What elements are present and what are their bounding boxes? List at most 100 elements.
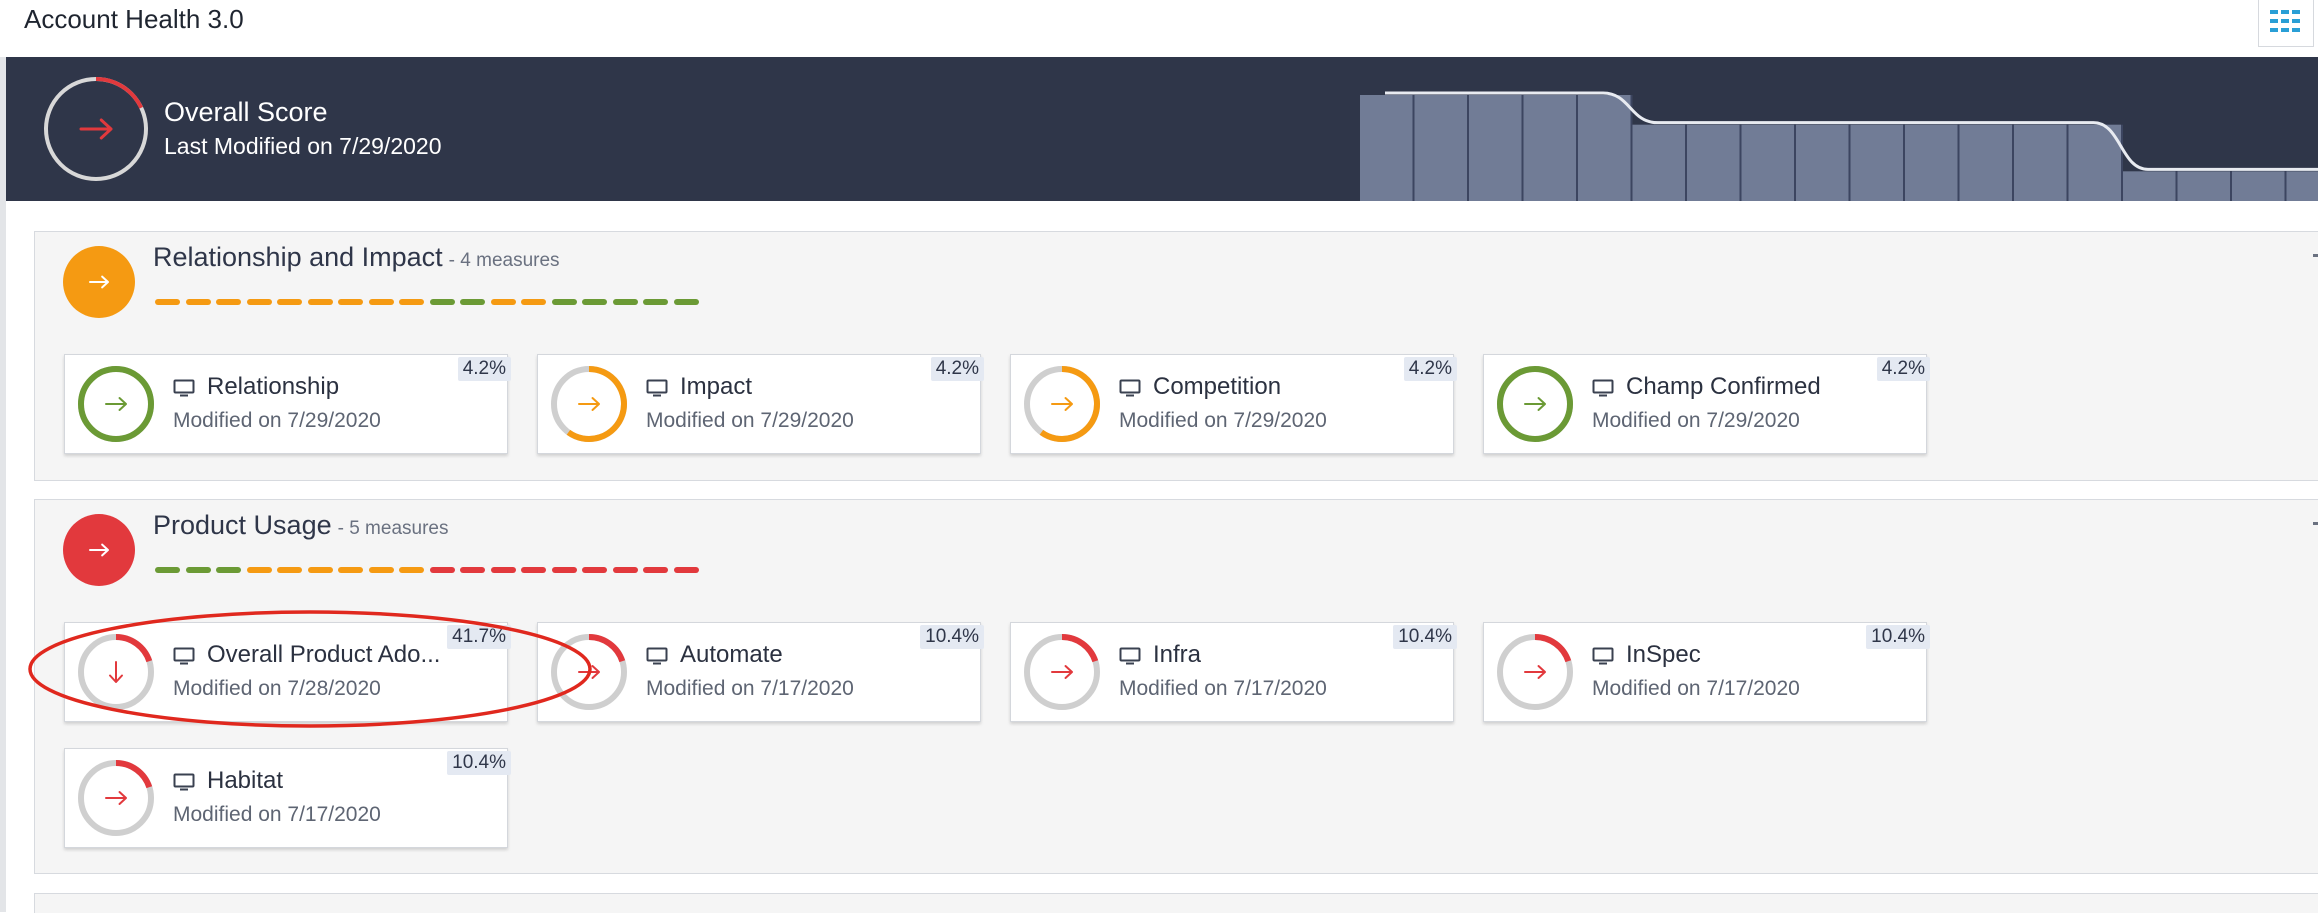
- measure-name: Champ Confirmed: [1626, 373, 1821, 401]
- measure-card[interactable]: Automate Modified on 7/17/2020 10.4%: [537, 622, 981, 722]
- history-bar: [1960, 125, 2013, 201]
- history-bar: [1578, 95, 1631, 201]
- group-header: Relationship and Impact - 4 measures: [153, 242, 560, 273]
- gauge-arc: [96, 79, 141, 108]
- arrow-right-icon: [81, 120, 111, 138]
- history-segment: [247, 567, 272, 573]
- group-status-badge[interactable]: [63, 246, 135, 318]
- measure-name: Competition: [1153, 373, 1281, 401]
- history-segment: [216, 299, 241, 305]
- group-name: Relationship and Impact: [153, 242, 443, 272]
- history-segment: [643, 567, 668, 573]
- grid-view-icon: [2270, 10, 2302, 37]
- monitor-icon: [173, 773, 195, 791]
- history-segment: [369, 567, 394, 573]
- arrow-right-icon: [1052, 666, 1072, 678]
- measure-weight-badge: 10.4%: [920, 625, 984, 649]
- history-segment: [186, 567, 211, 573]
- measure-modified-date: Modified on 7/29/2020: [1119, 409, 1327, 433]
- history-bar: [1742, 125, 1795, 201]
- history-segment: [491, 299, 516, 305]
- history-bar: [2232, 171, 2285, 201]
- measure-modified-date: Modified on 7/29/2020: [1592, 409, 1800, 433]
- measure-gauge: [77, 633, 155, 711]
- measure-gauge: [77, 759, 155, 837]
- measure-card[interactable]: InSpec Modified on 7/17/2020 10.4%: [1483, 622, 1927, 722]
- measure-card[interactable]: Competition Modified on 7/29/2020 4.2%: [1010, 354, 1454, 454]
- score-history-chart[interactable]: [1360, 87, 2318, 201]
- measure-name: Impact: [680, 373, 752, 401]
- overall-score-gauge[interactable]: [42, 75, 150, 183]
- monitor-icon: [1592, 379, 1614, 397]
- arrow-down-icon: [110, 662, 122, 682]
- history-segment: [521, 299, 546, 305]
- measure-card[interactable]: Infra Modified on 7/17/2020 10.4%: [1010, 622, 1454, 722]
- measure-weight-badge: 4.2%: [931, 357, 984, 381]
- history-segment: [613, 567, 638, 573]
- measure-name: Overall Product Ado...: [207, 641, 440, 669]
- history-bar: [1469, 95, 1522, 201]
- history-segment: [247, 299, 272, 305]
- measure-card[interactable]: Impact Modified on 7/29/2020 4.2%: [537, 354, 981, 454]
- history-segment: [155, 567, 180, 573]
- measure-modified-date: Modified on 7/17/2020: [1119, 677, 1327, 701]
- measure-card[interactable]: Overall Product Ado... Modified on 7/28/…: [64, 622, 508, 722]
- history-segment: [613, 299, 638, 305]
- measure-weight-badge: 10.4%: [1393, 625, 1457, 649]
- measure-gauge: [550, 365, 628, 443]
- history-bar: [2123, 171, 2176, 201]
- measure-name: InSpec: [1626, 641, 1701, 669]
- history-segment: [582, 299, 607, 305]
- arrow-right-icon: [90, 277, 108, 288]
- measure-gauge: [77, 365, 155, 443]
- monitor-icon: [1119, 647, 1141, 665]
- history-segment: [674, 299, 699, 305]
- measure-weight-badge: 4.2%: [1404, 357, 1457, 381]
- measure-card[interactable]: Champ Confirmed Modified on 7/29/2020 4.…: [1483, 354, 1927, 454]
- group-measures-count: - 5 measures: [338, 518, 449, 539]
- measure-modified-date: Modified on 7/29/2020: [646, 409, 854, 433]
- history-segment: [155, 299, 180, 305]
- monitor-icon: [173, 647, 195, 665]
- next-group-panel: [34, 893, 2318, 913]
- collapse-icon[interactable]: [2313, 254, 2318, 257]
- group-status-badge[interactable]: [63, 514, 135, 586]
- history-segment: [216, 567, 241, 573]
- history-bar: [2178, 171, 2231, 201]
- history-bar: [1851, 125, 1904, 201]
- history-bar: [1796, 125, 1849, 201]
- group-measures-count: - 4 measures: [449, 250, 560, 271]
- measure-gauge: [1023, 633, 1101, 711]
- history-segment: [552, 567, 577, 573]
- overall-score-title: Overall Score: [164, 97, 328, 128]
- page-title: Account Health 3.0: [24, 4, 244, 35]
- gauge-arc: [1062, 637, 1095, 661]
- group-product-usage: Product Usage - 5 measures Overall Produc…: [34, 499, 2318, 874]
- monitor-icon: [646, 379, 668, 397]
- group-name: Product Usage: [153, 510, 332, 540]
- history-segment: [277, 299, 302, 305]
- group-relationship-and-impact: Relationship and Impact - 4 measures Rela…: [34, 231, 2318, 481]
- measure-card[interactable]: Relationship Modified on 7/29/2020 4.2%: [64, 354, 508, 454]
- history-bar: [1415, 95, 1468, 201]
- measure-gauge: [1496, 633, 1574, 711]
- arrow-right-icon: [90, 545, 108, 556]
- measure-card[interactable]: Habitat Modified on 7/17/2020 10.4%: [64, 748, 508, 848]
- history-bar: [2014, 125, 2067, 201]
- grid-view-button[interactable]: [2258, 0, 2314, 47]
- measure-gauge: [1496, 365, 1574, 443]
- history-segment: [582, 567, 607, 573]
- measure-name: Automate: [680, 641, 783, 669]
- history-bar: [1524, 95, 1577, 201]
- top-bar: Account Health 3.0: [0, 0, 2318, 59]
- measure-name: Relationship: [207, 373, 339, 401]
- arrow-right-icon: [579, 666, 599, 678]
- history-segment: [308, 299, 333, 305]
- collapse-icon[interactable]: [2313, 522, 2318, 525]
- measure-weight-badge: 10.4%: [447, 751, 511, 775]
- overall-last-modified: Last Modified on 7/29/2020: [164, 133, 441, 160]
- history-segment: [399, 299, 424, 305]
- group-header: Product Usage - 5 measures: [153, 510, 448, 541]
- arrow-right-icon: [1052, 398, 1072, 410]
- history-segment: [369, 299, 394, 305]
